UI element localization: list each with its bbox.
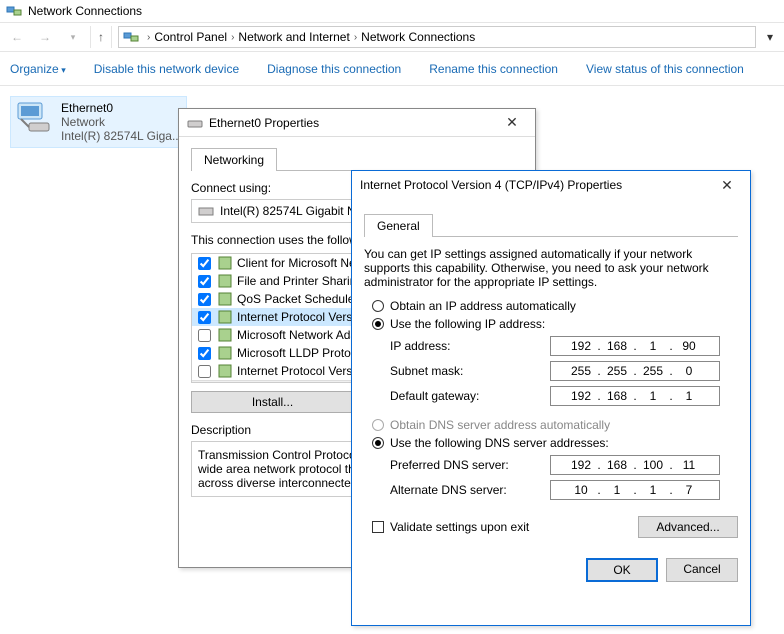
organize-menu[interactable]: Organize bbox=[10, 62, 66, 76]
validate-checkbox[interactable] bbox=[372, 521, 384, 533]
protocol-icon bbox=[217, 327, 233, 343]
protocol-icon bbox=[217, 309, 233, 325]
close-button[interactable]: ✕ bbox=[497, 114, 527, 131]
breadcrumb-sep: › bbox=[147, 32, 150, 43]
scrollbar-left-arrow[interactable]: ◂ bbox=[192, 381, 204, 384]
dialog-title: Internet Protocol Version 4 (TCP/IPv4) P… bbox=[360, 178, 712, 192]
ip-address-label: IP address: bbox=[390, 339, 550, 353]
up-button[interactable]: ↑ bbox=[90, 26, 112, 48]
item-label: Microsoft LLDP Protoco bbox=[237, 346, 364, 360]
dialog-title: Ethernet0 Properties bbox=[209, 116, 497, 130]
dialog-titlebar: Ethernet0 Properties ✕ bbox=[179, 109, 535, 137]
ip-auto-label: Obtain an IP address automatically bbox=[390, 299, 576, 313]
adapter-icon bbox=[187, 115, 203, 131]
network-connections-icon bbox=[123, 29, 139, 45]
breadcrumb-sep: › bbox=[354, 32, 357, 43]
close-button[interactable]: ✕ bbox=[712, 177, 742, 194]
item-checkbox[interactable] bbox=[198, 275, 211, 288]
breadcrumb-segment[interactable]: Network Connections bbox=[361, 30, 475, 44]
validate-label: Validate settings upon exit bbox=[390, 520, 529, 534]
protocol-icon bbox=[217, 255, 233, 271]
rename-connection-command[interactable]: Rename this connection bbox=[429, 62, 558, 76]
breadcrumb-segment[interactable]: Control Panel bbox=[154, 30, 227, 44]
dns-manual-radio[interactable]: Use the following DNS server addresses: bbox=[372, 436, 738, 450]
radio-icon bbox=[372, 300, 384, 312]
ip-manual-label: Use the following IP address: bbox=[390, 317, 545, 331]
command-bar: Organize Disable this network device Dia… bbox=[0, 52, 784, 86]
tab-strip: General bbox=[364, 213, 738, 237]
back-button[interactable]: ← bbox=[6, 26, 28, 48]
advanced-button[interactable]: Advanced... bbox=[638, 516, 738, 538]
connect-using-value: Intel(R) 82574L Gigabit Ne bbox=[220, 204, 362, 218]
network-connections-icon bbox=[6, 3, 22, 19]
breadcrumb[interactable]: › Control Panel › Network and Internet ›… bbox=[118, 26, 756, 48]
recent-dropdown[interactable]: ▾ bbox=[62, 26, 84, 48]
item-label: File and Printer Sharing f bbox=[237, 274, 370, 288]
dns-auto-radio: Obtain DNS server address automatically bbox=[372, 418, 738, 432]
info-text: You can get IP settings assigned automat… bbox=[364, 247, 738, 289]
item-checkbox[interactable] bbox=[198, 293, 211, 306]
diagnose-connection-command[interactable]: Diagnose this connection bbox=[267, 62, 401, 76]
ip-address-input[interactable]: 192.168.1.90 bbox=[550, 336, 720, 356]
item-checkbox[interactable] bbox=[198, 257, 211, 270]
adapter-name: Ethernet0 bbox=[61, 101, 182, 115]
item-checkbox[interactable] bbox=[198, 329, 211, 342]
breadcrumb-sep: › bbox=[231, 32, 234, 43]
forward-button[interactable]: → bbox=[34, 26, 56, 48]
ip-manual-radio[interactable]: Use the following IP address: bbox=[372, 317, 738, 331]
item-label: Internet Protocol Version bbox=[237, 310, 368, 324]
protocol-icon bbox=[217, 345, 233, 361]
ipv4-properties-dialog: Internet Protocol Version 4 (TCP/IPv4) P… bbox=[351, 170, 751, 626]
nic-icon bbox=[198, 203, 214, 219]
item-checkbox[interactable] bbox=[198, 347, 211, 360]
default-gateway-input[interactable]: 192.168.1.1 bbox=[550, 386, 720, 406]
item-label: Client for Microsoft Netw bbox=[237, 256, 368, 270]
protocol-icon bbox=[217, 291, 233, 307]
item-checkbox[interactable] bbox=[198, 365, 211, 378]
radio-icon bbox=[372, 318, 384, 330]
radio-icon bbox=[372, 437, 384, 449]
alternate-dns-input[interactable]: 10.1.1.7 bbox=[550, 480, 720, 500]
default-gateway-label: Default gateway: bbox=[390, 389, 550, 403]
protocol-icon bbox=[217, 273, 233, 289]
breadcrumb-segment[interactable]: Network and Internet bbox=[238, 30, 349, 44]
address-dropdown[interactable]: ▾ bbox=[762, 30, 778, 44]
scrollbar-thumb[interactable] bbox=[216, 383, 276, 384]
nav-row: ← → ▾ ↑ › Control Panel › Network and In… bbox=[0, 22, 784, 52]
ip-auto-radio[interactable]: Obtain an IP address automatically bbox=[372, 299, 738, 313]
adapter-status: Network bbox=[61, 115, 182, 129]
preferred-dns-input[interactable]: 192.168.100.11 bbox=[550, 455, 720, 475]
dns-auto-label: Obtain DNS server address automatically bbox=[390, 418, 610, 432]
item-label: Internet Protocol Version bbox=[237, 364, 368, 378]
tab-strip: Networking bbox=[191, 147, 523, 171]
cancel-button[interactable]: Cancel bbox=[666, 558, 738, 582]
window-title: Network Connections bbox=[28, 4, 142, 18]
preferred-dns-label: Preferred DNS server: bbox=[390, 458, 550, 472]
tab-networking[interactable]: Networking bbox=[191, 148, 277, 171]
install-button[interactable]: Install... bbox=[191, 391, 354, 413]
subnet-mask-label: Subnet mask: bbox=[390, 364, 550, 378]
adapter-device: Intel(R) 82574L Giga... bbox=[61, 129, 182, 143]
tab-general[interactable]: General bbox=[364, 214, 433, 237]
item-checkbox[interactable] bbox=[198, 311, 211, 324]
ethernet-adapter-icon bbox=[15, 101, 55, 135]
item-label: QoS Packet Scheduler bbox=[237, 292, 358, 306]
view-status-command[interactable]: View status of this connection bbox=[586, 62, 744, 76]
protocol-icon bbox=[217, 363, 233, 379]
adapter-item[interactable]: Ethernet0 Network Intel(R) 82574L Giga..… bbox=[10, 96, 187, 148]
window-titlebar: Network Connections bbox=[0, 0, 784, 22]
alternate-dns-label: Alternate DNS server: bbox=[390, 483, 550, 497]
dns-manual-label: Use the following DNS server addresses: bbox=[390, 436, 609, 450]
disable-device-command[interactable]: Disable this network device bbox=[94, 62, 239, 76]
item-label: Microsoft Network Adap bbox=[237, 328, 364, 342]
ok-button[interactable]: OK bbox=[586, 558, 658, 582]
subnet-mask-input[interactable]: 255.255.255.0 bbox=[550, 361, 720, 381]
dialog-titlebar: Internet Protocol Version 4 (TCP/IPv4) P… bbox=[352, 171, 750, 199]
radio-icon bbox=[372, 419, 384, 431]
